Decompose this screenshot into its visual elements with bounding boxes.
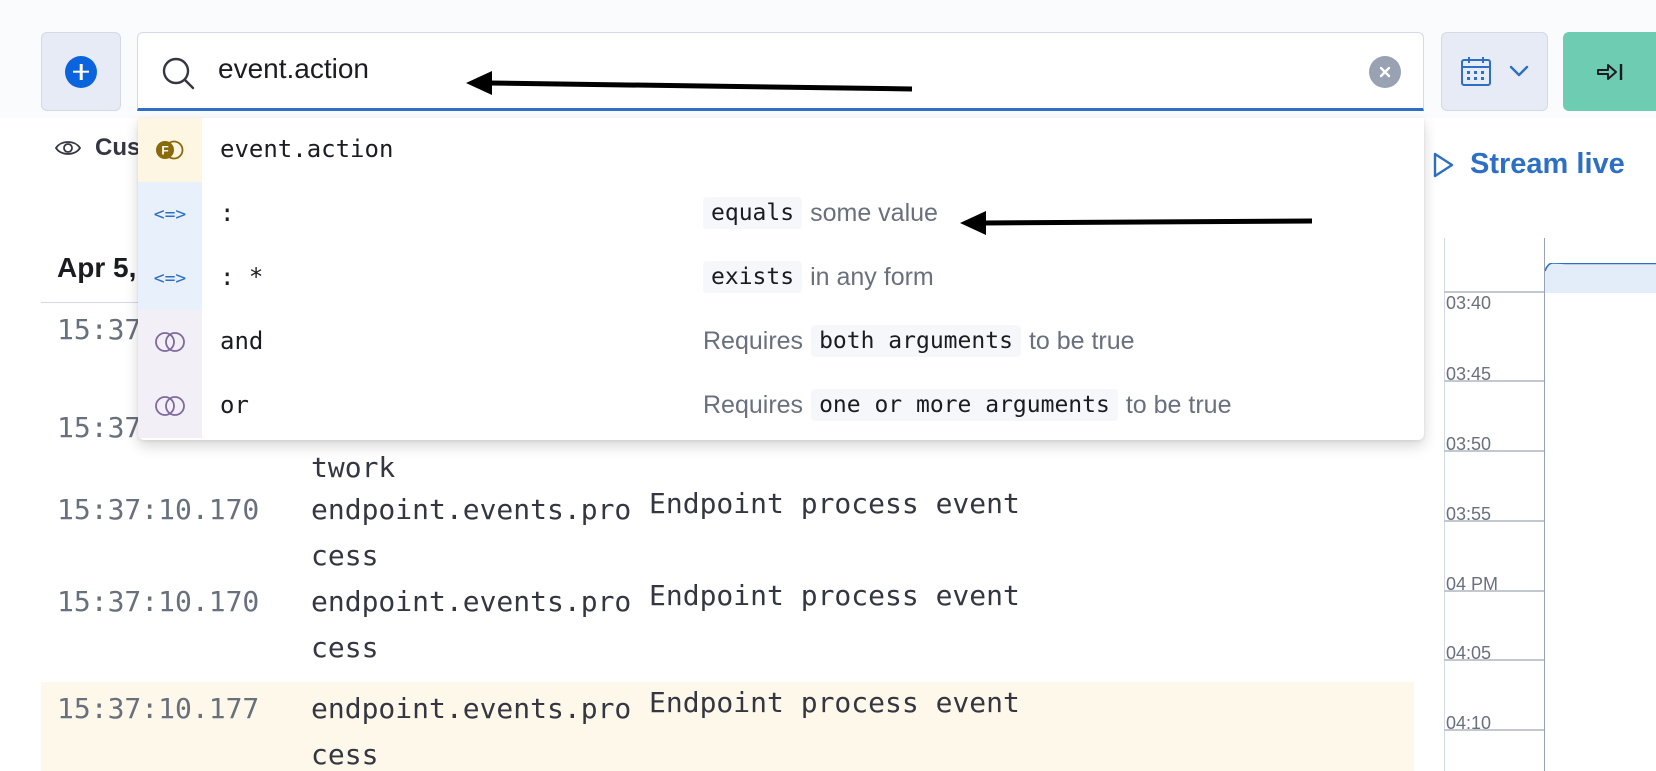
suggestion-item-and[interactable]: and Requires both arguments to be true: [138, 310, 1424, 374]
eye-icon: [55, 141, 81, 155]
run-query-button[interactable]: [1563, 32, 1656, 111]
log-timestamp: 15:37: [57, 313, 142, 346]
arrow-to-end-icon: [1596, 63, 1622, 80]
customize-button[interactable]: Cus: [55, 134, 140, 162]
suggestion-item-or[interactable]: or Requires one or more arguments to be tr…: [138, 374, 1424, 438]
log-timestamp: 15:37:10.170: [57, 585, 260, 618]
suggestion-description: exists in any form: [703, 261, 934, 293]
conjunction-icon: [138, 374, 202, 438]
calendar-icon: [1461, 57, 1491, 86]
log-dataset: endpoint.events.process: [311, 692, 632, 771]
suggestion-item-field[interactable]: F event.action: [138, 118, 1424, 182]
log-timestamp: 15:37:10.170: [57, 493, 260, 526]
log-dataset: endpoint.events.process: [311, 493, 632, 572]
operator-icon: <=>: [138, 182, 202, 246]
svg-text:F: F: [161, 144, 168, 158]
search-bar[interactable]: event.action: [137, 32, 1424, 111]
suggestion-text: :: [220, 199, 235, 227]
timeline-marker: [1544, 238, 1545, 771]
timeline-histogram: [1545, 263, 1656, 293]
suggestion-description: equals some value: [703, 197, 938, 229]
suggestion-dropdown: F event.action <=> : equals some value <=…: [138, 118, 1424, 440]
conjunction-icon: [138, 310, 202, 374]
customize-label: Cus: [95, 134, 141, 161]
log-date-header: Apr 5,: [57, 252, 137, 283]
log-message: Endpoint process event: [649, 686, 1020, 719]
suggestion-text: and: [220, 327, 264, 355]
suggestion-item-equals[interactable]: <=> : equals some value: [138, 182, 1424, 246]
log-row[interactable]: 15:37:10.170 endpoint.events.process End…: [41, 483, 1414, 575]
date-picker-button[interactable]: [1441, 32, 1548, 111]
chevron-down-icon: [1509, 65, 1529, 77]
log-timestamp: 15:37:10.177: [57, 692, 260, 725]
search-input[interactable]: event.action: [218, 53, 369, 85]
search-icon: [162, 57, 195, 90]
add-filter-button[interactable]: [41, 32, 121, 111]
suggestion-description: Requires one or more arguments to be true: [703, 389, 1232, 421]
stream-live-label: Stream live: [1470, 148, 1625, 180]
clear-icon[interactable]: [1369, 56, 1401, 88]
log-message: Endpoint process event: [649, 487, 1020, 520]
suggestion-text: event.action: [220, 135, 394, 163]
suggestion-item-exists[interactable]: <=> : * exists in any form: [138, 246, 1424, 310]
stream-live-button[interactable]: Stream live: [1432, 148, 1625, 181]
field-type-icon: F: [138, 118, 202, 182]
log-row[interactable]: 15:37:10.170 endpoint.events.process End…: [41, 575, 1414, 667]
log-timestamp: 15:37: [57, 411, 142, 444]
log-message: Endpoint process event: [649, 579, 1020, 612]
timeline-minimap[interactable]: 03:40 03:45 03:50 03:55 04 PM 04:05 04:1…: [1444, 238, 1656, 771]
log-dataset: endpoint.events.process: [311, 585, 632, 664]
suggestion-text: or: [220, 391, 249, 419]
timeline-border: [1444, 238, 1445, 771]
play-icon: [1433, 152, 1454, 177]
log-row-highlighted[interactable]: 15:37:10.177 endpoint.events.process End…: [41, 682, 1414, 771]
operator-icon: <=>: [138, 246, 202, 310]
plus-circle-icon: [65, 55, 97, 88]
suggestion-text: : *: [220, 263, 264, 291]
suggestion-description: Requires both arguments to be true: [703, 325, 1135, 357]
